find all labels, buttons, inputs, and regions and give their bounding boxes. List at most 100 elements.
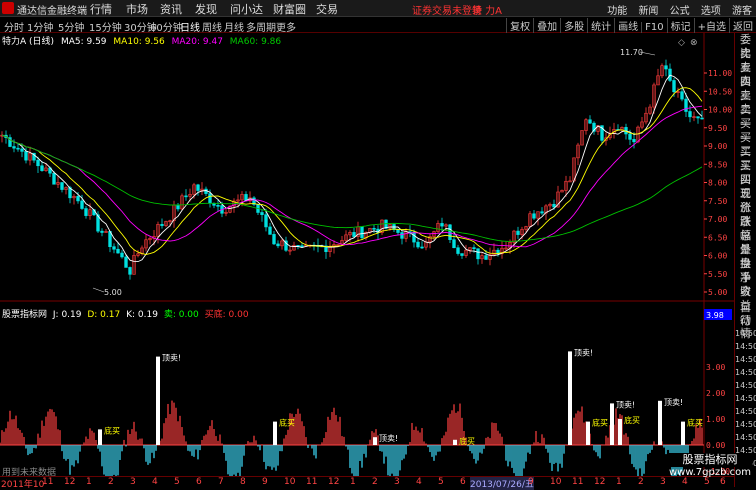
period-1min[interactable]: 1分钟 — [27, 19, 53, 34]
menu-market-quotes[interactable]: 行情 — [90, 1, 112, 17]
side-lower-label: 14:50 — [735, 329, 756, 338]
current-stock: 特 力A — [472, 6, 503, 17]
candle-body — [12, 146, 16, 149]
candle-body — [532, 213, 536, 219]
candle-body — [484, 255, 488, 260]
candle-body — [16, 147, 20, 150]
title-bar: 通达信金融终端 行情 市场 资讯 发现 问小达 财富圈 交易 证券交易未登录 特… — [0, 0, 756, 17]
menu-ask[interactable]: 问小达 — [230, 1, 263, 17]
side-lower-label: 14:50 — [735, 407, 756, 416]
side-lower-label: 14:50 — [735, 381, 756, 390]
candle-body — [24, 151, 28, 161]
indicator-k: K: 0.19 — [126, 310, 158, 320]
candle-body — [700, 117, 704, 120]
watermark-url: www.7gpzb.com — [669, 467, 751, 478]
indicator-spike — [658, 400, 662, 445]
candle-body — [680, 91, 684, 100]
indicator-d: D: 0.17 — [87, 310, 121, 320]
tool-stats[interactable]: 统计 — [587, 18, 614, 33]
candle-body — [300, 245, 304, 248]
candle-body — [184, 195, 188, 198]
watermark-title: 股票指标网 — [668, 453, 752, 467]
menu-trade[interactable]: 交易 — [316, 1, 338, 17]
candle-body — [176, 204, 180, 210]
candle-body — [128, 267, 132, 275]
candle-body — [84, 208, 88, 216]
candle-body — [412, 231, 416, 243]
side-label: 卖三 — [740, 75, 751, 102]
tool-mark[interactable]: 标记 — [666, 18, 694, 33]
period-15min[interactable]: 15分钟 — [89, 19, 122, 34]
price-tick-label: 5.50 — [708, 270, 727, 279]
bottom-buy-label: 底买 — [459, 436, 475, 446]
date-tick-label: 6 — [720, 477, 726, 487]
date-tick-label: 5 — [174, 477, 180, 487]
low-mark-line — [92, 287, 105, 293]
tool-draw[interactable]: 画线 — [614, 18, 641, 33]
indicator-current-value: 3.98 — [706, 311, 724, 320]
side-lower-label: 14:50 — [735, 394, 756, 403]
price-tick-label: 9.00 — [708, 142, 727, 151]
side-lower-label: 14:50 — [735, 368, 756, 377]
menu-options[interactable]: 选项 — [701, 6, 721, 17]
quote-side-panel: 委比 卖五 卖四 卖三 卖二 卖一 买一 买二 买三 买四 买五 现价 涨跌 涨幅 总量 外盘 换手 净资 收益 自动… — [734, 33, 756, 487]
legend-ma20: MA20: 9.47 — [171, 37, 223, 47]
menu-news[interactable]: 资讯 — [160, 1, 182, 17]
period-timeshare[interactable]: 分时 — [4, 19, 24, 34]
period-multi[interactable]: 多周期 — [246, 19, 276, 34]
tool-add-watch[interactable]: +自选 — [693, 18, 729, 33]
side-label: 涨幅 — [740, 215, 751, 242]
date-tick-label: 12 — [594, 477, 606, 487]
side-label: 买四 — [740, 159, 751, 186]
menu-market[interactable]: 市场 — [126, 1, 148, 17]
candle-body — [260, 212, 264, 215]
indicator-sell: 卖: 0.00 — [163, 310, 199, 320]
side-label: 卖四 — [740, 61, 751, 88]
tool-f10[interactable]: F10 — [641, 22, 666, 33]
menu-function[interactable]: 功能 — [607, 6, 627, 17]
date-tick-label: 10 — [550, 477, 562, 487]
period-60min[interactable]: 60分钟 — [150, 19, 183, 34]
candle-body — [216, 205, 220, 207]
date-tick-label: 2013/07/26/五 — [470, 477, 534, 490]
period-weekly[interactable]: 周线 — [202, 19, 222, 34]
menu-discover[interactable]: 发现 — [195, 1, 217, 17]
menu-news-right[interactable]: 新闻 — [638, 6, 658, 17]
tool-overlay[interactable]: 叠加 — [533, 18, 560, 33]
candle-body — [60, 182, 64, 190]
bottom-buy-label: 底买 — [624, 415, 640, 425]
side-lower-label: 14:50 — [735, 420, 756, 429]
date-tick-label: 5 — [704, 477, 710, 487]
candle-body — [112, 246, 116, 250]
tool-back[interactable]: 返回 — [729, 18, 756, 33]
side-lower-label: 行情 — [740, 314, 751, 340]
period-daily[interactable]: 日线 — [180, 19, 200, 34]
tool-multi[interactable]: 多股 — [560, 18, 587, 33]
period-monthly[interactable]: 月线 — [224, 19, 244, 34]
candle-body — [268, 226, 272, 235]
menu-wealth[interactable]: 财富圈 — [273, 1, 306, 17]
user-guest[interactable]: 游客 — [732, 6, 752, 17]
chart-area[interactable]: 11.00 10.50 10.00 9.50 9.00 8.50 8.00 7.50 7.00 6… — [0, 33, 734, 476]
candle-body — [540, 211, 544, 214]
legend-stock: 特力A — [2, 37, 27, 47]
period-5min[interactable]: 5分钟 — [58, 19, 84, 34]
candle-body — [628, 133, 632, 140]
price-tick-label: 8.00 — [708, 179, 727, 188]
tool-adjust[interactable]: 复权 — [506, 18, 533, 33]
price-tick-label: 6.00 — [708, 252, 727, 261]
candle-body — [20, 148, 24, 152]
high-price-mark: 11.70 — [620, 48, 643, 57]
legend-ma60: MA60: 9.86 — [229, 37, 282, 47]
candle-body — [124, 256, 128, 268]
period-more[interactable]: 更多 — [276, 19, 296, 34]
side-label: 买五 — [740, 173, 751, 200]
candle-body — [696, 116, 700, 119]
indicator-tick-label: 3.00 — [706, 363, 725, 372]
indicator-name: 股票指标网 — [2, 310, 48, 320]
candle-body — [100, 230, 104, 233]
date-tick-label: 1 — [616, 477, 622, 487]
candle-body — [684, 98, 688, 112]
low-price-mark: 5.00 — [104, 288, 122, 297]
menu-formula[interactable]: 公式 — [670, 6, 690, 17]
